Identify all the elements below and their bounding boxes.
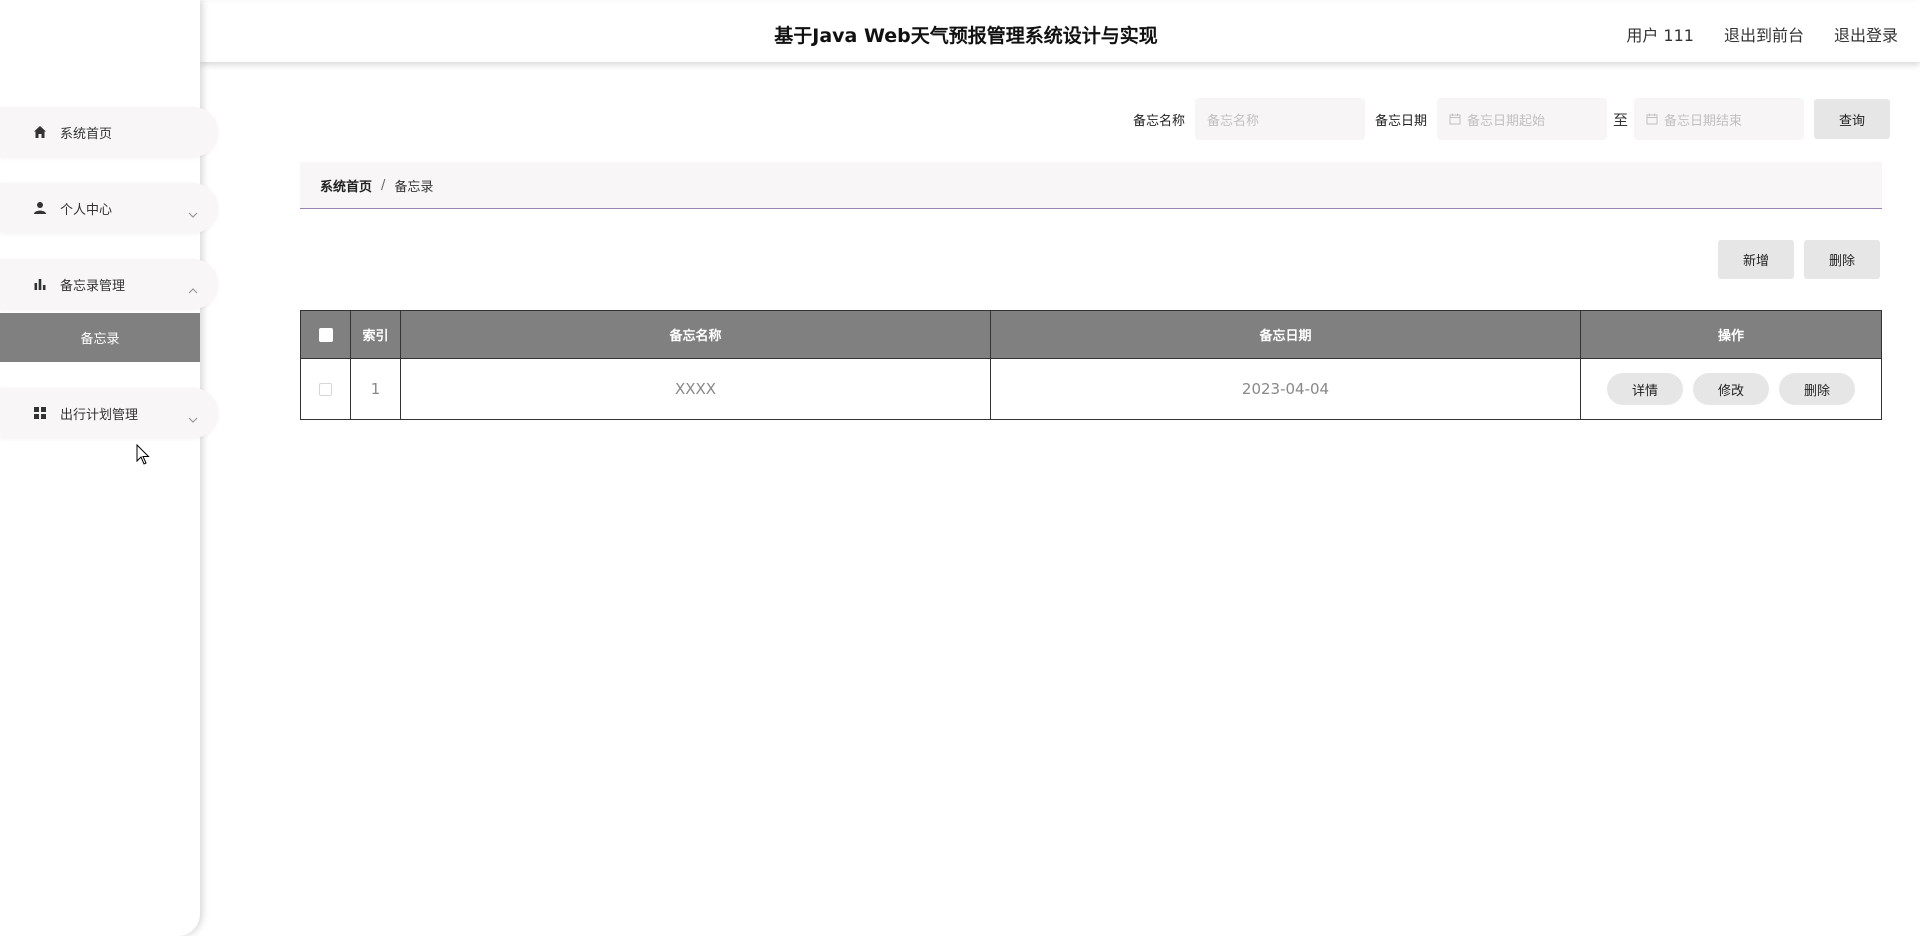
page-title: 基于Java Web天气预报管理系统设计与实现 — [774, 24, 1158, 47]
delete-button[interactable]: 删除 — [1804, 240, 1880, 279]
row-memo-name: XXXX — [400, 358, 991, 420]
date-range-separator: 至 — [1612, 110, 1628, 129]
sidebar: 系统首页 个人中心 备忘录管理 备忘录 出行计划管理 — [0, 0, 218, 936]
memo-date-label: 备忘日期 — [1374, 113, 1427, 129]
chevron-down-icon — [188, 409, 198, 423]
table-row: 1 XXXX 2023-04-04 详情 修改 删除 — [300, 358, 1882, 420]
column-header-actions: 操作 — [1580, 310, 1882, 359]
sidebar-item-label: 出行计划管理 — [60, 407, 139, 423]
sidebar-item-label: 备忘录管理 — [60, 278, 126, 294]
sidebar-subitem-label: 备忘录 — [80, 332, 120, 347]
sidebar-item-label: 个人中心 — [60, 202, 113, 218]
memo-date-end-input[interactable]: 备忘日期结束 — [1634, 98, 1804, 140]
row-select-cell — [300, 358, 351, 420]
sidebar-item-label: 系统首页 — [60, 126, 113, 142]
chevron-up-icon — [188, 280, 198, 294]
memo-name-label: 备忘名称 — [1132, 113, 1185, 129]
breadcrumb-home[interactable]: 系统首页 — [320, 176, 372, 195]
breadcrumb: 系统首页 / 备忘录 — [300, 162, 1882, 209]
row-delete-button[interactable]: 删除 — [1779, 373, 1855, 405]
memo-date-end-placeholder: 备忘日期结束 — [1664, 113, 1743, 129]
exit-to-front-link[interactable]: 退出到前台 — [1724, 22, 1804, 46]
memo-name-input[interactable]: 备忘名称 — [1194, 98, 1365, 140]
sidebar-item-personal-center[interactable]: 个人中心 — [0, 183, 218, 233]
row-memo-date: 2023-04-04 — [990, 358, 1581, 420]
bar-chart-icon — [32, 276, 48, 292]
user-icon — [32, 200, 48, 216]
mouse-cursor-icon — [136, 443, 150, 470]
search-bar: 备忘名称 备忘名称 备忘日期 备忘日期起始 至 备忘日期结束 查询 — [1133, 98, 1890, 140]
home-icon — [32, 124, 48, 140]
column-header-index: 索引 — [350, 310, 401, 359]
select-all-checkbox[interactable] — [318, 327, 333, 342]
header-actions: 用户 111 退出到前台 退出登录 — [1626, 2, 1898, 66]
sidebar-item-home[interactable]: 系统首页 — [0, 107, 218, 157]
row-checkbox[interactable] — [319, 383, 332, 396]
top-header: 基于Java Web天气预报管理系统设计与实现 用户 111 退出到前台 退出登… — [200, 2, 1920, 62]
row-index: 1 — [350, 358, 401, 420]
table-header-row: 索引 备忘名称 备忘日期 操作 — [300, 310, 1882, 359]
breadcrumb-current: 备忘录 — [394, 179, 434, 195]
memo-table: 索引 备忘名称 备忘日期 操作 1 XXXX 2023-04-04 详情 修改 … — [300, 310, 1882, 420]
query-button[interactable]: 查询 — [1814, 99, 1890, 139]
column-header-memo-date: 备忘日期 — [990, 310, 1581, 359]
logout-link[interactable]: 退出登录 — [1834, 22, 1898, 46]
sidebar-item-travel-plan-management[interactable]: 出行计划管理 — [0, 388, 218, 438]
sidebar-subitem-memo[interactable]: 备忘录 — [0, 313, 200, 362]
grid-icon — [32, 405, 48, 421]
calendar-icon — [1449, 113, 1461, 125]
detail-button[interactable]: 详情 — [1607, 373, 1683, 405]
column-header-memo-name: 备忘名称 — [400, 310, 991, 359]
select-all-cell — [300, 310, 351, 359]
add-button[interactable]: 新增 — [1718, 240, 1794, 279]
chevron-down-icon — [188, 204, 198, 218]
memo-name-placeholder: 备忘名称 — [1206, 113, 1259, 129]
user-name: 用户 111 — [1626, 26, 1694, 45]
memo-date-start-placeholder: 备忘日期起始 — [1466, 113, 1545, 129]
row-actions-cell: 详情 修改 删除 — [1580, 358, 1882, 420]
edit-button[interactable]: 修改 — [1693, 373, 1769, 405]
sidebar-item-memo-management[interactable]: 备忘录管理 — [0, 259, 218, 309]
calendar-icon — [1646, 113, 1658, 125]
memo-date-start-input[interactable]: 备忘日期起始 — [1436, 98, 1607, 140]
breadcrumb-separator: / — [381, 177, 386, 193]
